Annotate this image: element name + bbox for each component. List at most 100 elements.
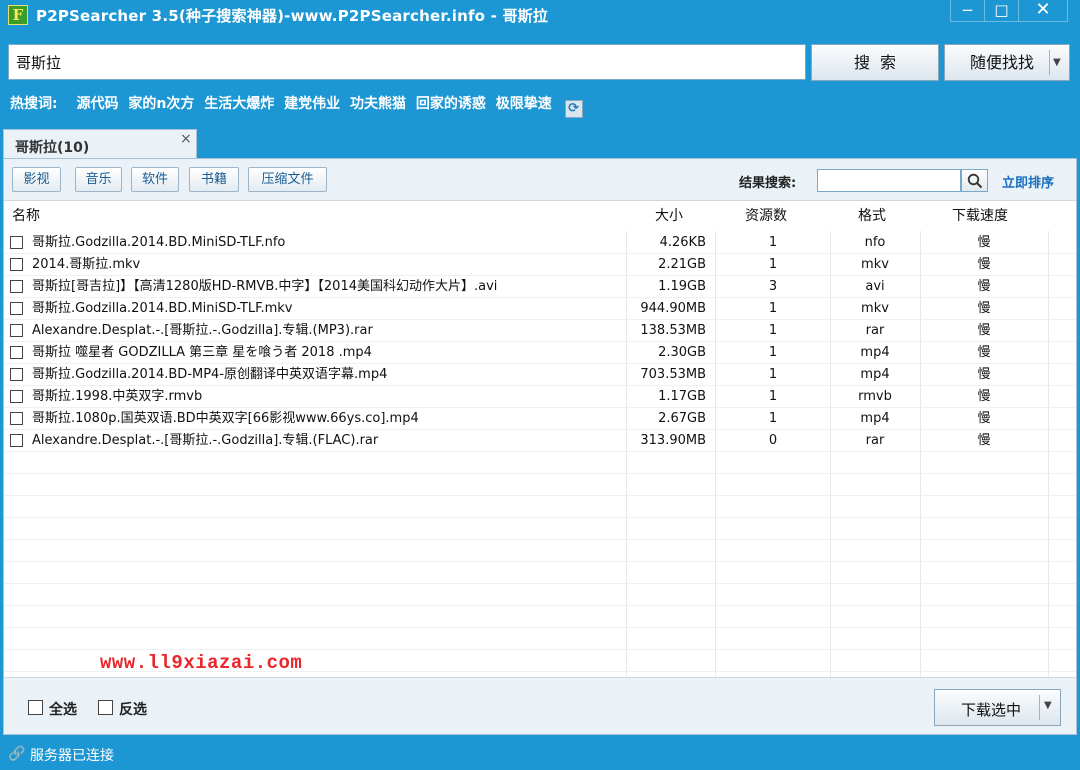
empty-row	[4, 452, 1076, 474]
table-row[interactable]: 哥斯拉.Godzilla.2014.BD.MiniSD-TLF.nfo 4.26…	[4, 232, 1076, 254]
file-size: 1.17GB	[658, 389, 706, 404]
header-format[interactable]: 格式	[858, 201, 886, 231]
maximize-button[interactable]: □	[984, 0, 1018, 22]
header-name[interactable]: 名称	[12, 201, 40, 231]
table-row[interactable]: Alexandre.Desplat.-.[哥斯拉.-.Godzilla].专辑.…	[4, 320, 1076, 342]
table-row[interactable]: 哥斯拉.1998.中英双字.rmvb 1.17GB 1 rmvb 慢	[4, 386, 1076, 408]
results-table: 名称 大小 资源数 格式 下载速度 哥斯拉.Godzilla.2014.BD.M…	[4, 200, 1076, 678]
filter-archive-button[interactable]: 压缩文件	[248, 167, 327, 192]
tab-results[interactable]: 哥斯拉(10) ×	[3, 129, 197, 159]
empty-row	[4, 628, 1076, 650]
window-title: P2PSearcher 3.5(种子搜索神器)-www.P2PSearcher.…	[36, 7, 549, 25]
source-count: 1	[768, 367, 778, 382]
minimize-button[interactable]: −	[950, 0, 984, 22]
file-format: mp4	[860, 411, 890, 426]
header-sources[interactable]: 资源数	[745, 201, 787, 231]
result-search-input[interactable]	[817, 169, 961, 192]
hot-keyword[interactable]: 功夫熊猫	[350, 96, 406, 112]
table-row[interactable]: Alexandre.Desplat.-.[哥斯拉.-.Godzilla].专辑.…	[4, 430, 1076, 452]
filter-music-button[interactable]: 音乐	[75, 167, 122, 192]
hot-keyword[interactable]: 极限挚速	[496, 96, 552, 112]
hot-keywords-label: 热搜词:	[10, 96, 58, 112]
file-size: 4.26KB	[659, 235, 706, 250]
tab-close-icon[interactable]: ×	[180, 131, 192, 147]
empty-row	[4, 540, 1076, 562]
row-checkbox[interactable]	[10, 280, 23, 293]
file-name: 哥斯拉.1080p.国英双语.BD中英双字[66影视www.66ys.co].m…	[32, 411, 419, 426]
row-checkbox[interactable]	[10, 368, 23, 381]
table-row[interactable]: 哥斯拉.Godzilla.2014.BD-MP4-原创翻译中英双语字幕.mp4 …	[4, 364, 1076, 386]
random-search-button[interactable]: 随便找找 ▼	[944, 44, 1070, 81]
source-count: 1	[768, 389, 778, 404]
table-row[interactable]: 2014.哥斯拉.mkv 2.21GB 1 mkv 慢	[4, 254, 1076, 276]
file-format: mkv	[861, 301, 889, 316]
file-name: 哥斯拉.Godzilla.2014.BD.MiniSD-TLF.nfo	[32, 235, 286, 250]
select-all-checkbox[interactable]	[28, 700, 43, 715]
invert-selection-checkbox[interactable]	[98, 700, 113, 715]
row-checkbox[interactable]	[10, 434, 23, 447]
header-size[interactable]: 大小	[655, 201, 683, 231]
source-count: 1	[768, 345, 778, 360]
file-format: avi	[865, 279, 885, 294]
filter-software-button[interactable]: 软件	[131, 167, 179, 192]
button-divider	[1039, 695, 1040, 720]
result-search-button[interactable]	[961, 169, 988, 192]
search-button[interactable]: 搜索	[811, 44, 939, 81]
file-name: 哥斯拉[哥吉拉]】【高清1280版HD-RMVB.中字】【2014美国科幻动作大…	[32, 279, 498, 294]
table-row[interactable]: 哥斯拉 噬星者 GODZILLA 第三章 星を喰う者 2018 .mp4 2.3…	[4, 342, 1076, 364]
download-speed: 慢	[977, 257, 991, 272]
row-checkbox[interactable]	[10, 412, 23, 425]
results-panel: 影视 音乐 软件 书籍 压缩文件 结果搜索: 立即排序 名称 大小 资源数 格式…	[3, 158, 1077, 735]
row-checkbox[interactable]	[10, 390, 23, 403]
source-count: 1	[768, 301, 778, 316]
table-row[interactable]: 哥斯拉[哥吉拉]】【高清1280版HD-RMVB.中字】【2014美国科幻动作大…	[4, 276, 1076, 298]
hot-keyword[interactable]: 生活大爆炸	[204, 96, 274, 112]
source-count: 1	[768, 323, 778, 338]
download-speed: 慢	[977, 301, 991, 316]
title-bar: F P2PSearcher 3.5(种子搜索神器)-www.P2PSearche…	[0, 0, 1080, 30]
dropdown-arrow-icon[interactable]: ▼	[1044, 700, 1052, 711]
file-name: Alexandre.Desplat.-.[哥斯拉.-.Godzilla].专辑.…	[32, 323, 373, 338]
file-name: 哥斯拉.Godzilla.2014.BD.MiniSD-TLF.mkv	[32, 301, 293, 316]
file-name: 哥斯拉.1998.中英双字.rmvb	[32, 389, 203, 404]
row-checkbox[interactable]	[10, 302, 23, 315]
download-selected-button[interactable]: 下载选中 ▼	[934, 689, 1061, 726]
file-name: 哥斯拉 噬星者 GODZILLA 第三章 星を喰う者 2018 .mp4	[32, 345, 372, 360]
row-checkbox[interactable]	[10, 236, 23, 249]
file-size: 313.90MB	[640, 433, 706, 448]
select-all-label[interactable]: 全选	[49, 699, 77, 719]
filter-video-button[interactable]: 影视	[12, 167, 61, 192]
table-header: 名称 大小 资源数 格式 下载速度	[4, 201, 1076, 231]
sort-now-link[interactable]: 立即排序	[1002, 172, 1054, 191]
search-input[interactable]	[8, 44, 806, 80]
row-checkbox[interactable]	[10, 324, 23, 337]
refresh-icon[interactable]: ⟳	[564, 100, 583, 118]
file-size: 703.53MB	[640, 367, 706, 382]
dropdown-arrow-icon[interactable]: ▼	[1053, 45, 1061, 80]
file-format: mkv	[861, 257, 889, 272]
file-size: 138.53MB	[640, 323, 706, 338]
download-speed: 慢	[977, 235, 991, 250]
table-row[interactable]: 哥斯拉.Godzilla.2014.BD.MiniSD-TLF.mkv 944.…	[4, 298, 1076, 320]
download-speed: 慢	[977, 279, 991, 294]
hot-keyword[interactable]: 源代码	[76, 96, 118, 112]
file-size: 2.21GB	[658, 257, 706, 272]
table-row[interactable]: 哥斯拉.1080p.国英双语.BD中英双字[66影视www.66ys.co].m…	[4, 408, 1076, 430]
source-count: 1	[768, 257, 778, 272]
source-count: 1	[768, 411, 778, 426]
filter-books-button[interactable]: 书籍	[189, 167, 239, 192]
close-button[interactable]: ✕	[1018, 0, 1068, 22]
hot-keyword[interactable]: 回家的诱惑	[416, 96, 486, 112]
link-icon: 🔗	[8, 746, 26, 762]
row-checkbox[interactable]	[10, 258, 23, 271]
hot-keyword[interactable]: 家的n次方	[128, 96, 194, 112]
header-speed[interactable]: 下载速度	[952, 201, 1008, 231]
file-format: mp4	[860, 345, 890, 360]
hot-keyword[interactable]: 建党伟业	[284, 96, 340, 112]
file-format: rar	[865, 323, 885, 338]
empty-row	[4, 518, 1076, 540]
invert-selection-label[interactable]: 反选	[119, 699, 147, 719]
empty-row	[4, 496, 1076, 518]
download-speed: 慢	[977, 323, 991, 338]
row-checkbox[interactable]	[10, 346, 23, 359]
